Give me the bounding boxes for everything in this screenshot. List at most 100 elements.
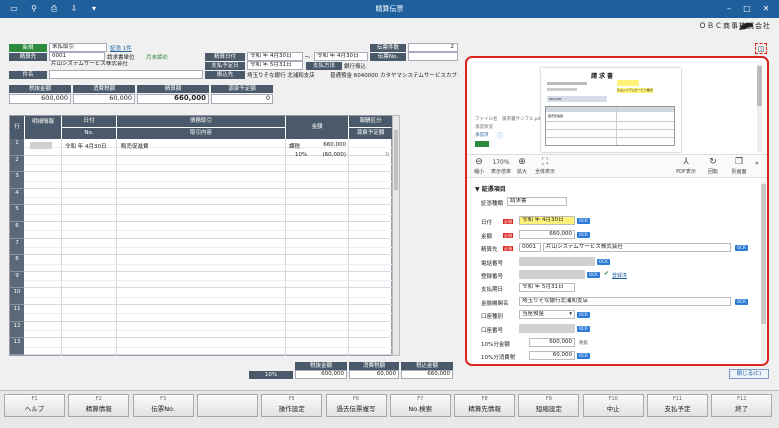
row1-content[interactable]: 販売促進費 (121, 142, 149, 150)
request-unit-select[interactable]: 請求書単位 (107, 53, 135, 61)
form-scrollbar[interactable] (761, 182, 766, 364)
fkey-3[interactable]: F3 伝票No. (132, 394, 194, 417)
check-icon: ✔ (604, 270, 610, 277)
row-subdivider (24, 280, 392, 282)
doc-col (616, 107, 617, 145)
col-detail: 明細情報 (25, 116, 61, 139)
maximize-icon[interactable]: □ (740, 2, 754, 15)
due-date-input[interactable]: 令和 年 5月31日 (519, 283, 575, 292)
row-number: 8 (10, 255, 24, 272)
totals-tax: 60,000 (349, 370, 399, 379)
chevron-down-icon[interactable]: » (755, 160, 759, 167)
fkey-12[interactable]: F12 終了 (711, 394, 773, 417)
preview-scroll-thumb[interactable] (757, 66, 762, 106)
settlement-date-from[interactable]: 令和 年 4月30日 (247, 52, 303, 61)
panel-toggle-icon[interactable]: ◫ (755, 43, 767, 54)
payee-code-input[interactable]: 0001 (49, 52, 105, 61)
voucher-type-select[interactable]: 請求書 (507, 197, 567, 206)
row-number: 2 (10, 155, 24, 173)
col-date: 日付 (62, 116, 116, 127)
doc-item: 販売促進費 (548, 114, 564, 118)
fit-page-button[interactable]: ⛶ 全体表示 (533, 157, 557, 175)
form-scroll-thumb[interactable] (761, 184, 766, 324)
col-deal: 債務取引 (117, 116, 285, 127)
doc-no-input[interactable] (408, 52, 458, 61)
zoom-out-button[interactable]: ⊖ 縮小 (471, 157, 487, 175)
fkey-10[interactable]: F10 中止 (582, 394, 644, 417)
account-no-input[interactable] (519, 324, 575, 333)
doc-type-select[interactable]: 未払取引 (49, 43, 107, 52)
amount-input[interactable]: 660,000 (519, 230, 575, 239)
row-number: 5 (10, 205, 24, 222)
tax-label: 消費税額 (73, 85, 135, 93)
close-icon[interactable]: ✕ (759, 2, 773, 15)
account-no-label: 口座番号 (481, 328, 504, 334)
phone-input[interactable] (519, 257, 595, 266)
payee-label: 精算先 (9, 53, 47, 61)
fkey-code: F1 (31, 396, 38, 402)
title-bar: ▭ ⚲ ⎙ ⇩ ▾ 精算伝票 – □ ✕ (0, 0, 779, 18)
fkey-9[interactable]: F9 短縮設定 (518, 394, 580, 417)
grid-scroll-thumb[interactable] (394, 130, 398, 190)
row-subdivider (24, 246, 392, 248)
fkey-2[interactable]: F2 精算情報 (68, 394, 130, 417)
zoom-level[interactable]: 170% 表示倍率 (489, 157, 513, 175)
doc-total-bar: 660,000 (547, 96, 607, 102)
bank-account: 普通預金 6040000 カタヤマシステムサービスカブシ (330, 73, 458, 79)
voucher-preview[interactable]: ファイル名 請求書サンプル.pdf 承認状況 承認済 ⓘ 請求書 片山システムサ… (471, 62, 763, 154)
payee-code-field[interactable]: 0001 (519, 243, 541, 252)
info-icon[interactable]: ⓘ (497, 131, 503, 140)
bank-input[interactable]: 埼玉りそな銀行北浦和支店 (519, 297, 731, 306)
fkey-7[interactable]: F7 No.検索 (389, 394, 451, 417)
settlement-date-label: 精算日付 (205, 53, 245, 61)
col-row: 行 (10, 116, 24, 139)
rotate-button[interactable]: ↻ 回転 (705, 157, 721, 175)
detail-grid[interactable]: 行 明細情報 日付 No. 債務取引 取引内容 金額 報酬区分 源泉予定額 12… (9, 115, 392, 356)
amount10-input[interactable]: 600,000 (529, 338, 575, 347)
fkey-code: F2 (95, 396, 102, 402)
row-divider (24, 221, 392, 222)
col-sep (116, 139, 117, 356)
account-type-select[interactable]: 当座預金 ▾ (519, 310, 575, 319)
minimize-icon[interactable]: – (722, 2, 736, 15)
rotate-icon: ↻ (709, 157, 717, 167)
registered-link[interactable]: 登録済 (612, 272, 627, 279)
registration-input[interactable] (519, 270, 585, 279)
required-badge: 必須 (503, 246, 513, 251)
pdf-icon: ⅄ (683, 157, 689, 167)
payee-name-field[interactable]: 片山システムサービス株式会社 (543, 243, 731, 252)
voucher-section-title[interactable]: ▼ 証憑項目 (475, 184, 506, 193)
payment-date-input[interactable]: 令和 年 5月31日 (247, 61, 303, 70)
row-number: 10 (10, 288, 24, 305)
row1-date[interactable]: 令和 年 4月30日 (65, 142, 107, 150)
doc-count: 2 (408, 43, 458, 52)
grid-scrollbar[interactable] (392, 115, 400, 356)
fkey-code: F6 (352, 396, 360, 402)
separate-window-button[interactable]: ❐ 別画面 (729, 157, 749, 175)
fkey-5[interactable]: F5 操作設定 (261, 394, 323, 417)
row-number: 1 (10, 139, 24, 156)
settlement-date-to[interactable]: 令和 年 4月30日 (314, 52, 368, 61)
fkey-4[interactable] (196, 394, 258, 417)
date-input[interactable]: 令和 年 4月30日 (519, 216, 575, 225)
subject-input[interactable] (49, 70, 203, 79)
close-button[interactable]: 閉じる(C) (729, 369, 769, 379)
voucher-link[interactable]: 証憑 1件 (110, 44, 132, 52)
fkey-8[interactable]: F8 精算先情報 (454, 394, 516, 417)
row1-amount[interactable]: 660,000 (310, 142, 346, 148)
fkey-6[interactable]: F6 過去伝票複写 (325, 394, 387, 417)
doc-text-line (547, 82, 587, 85)
pdf-view-button[interactable]: ⅄ PDF表示 (675, 157, 697, 175)
tax10-input[interactable]: 60,000 (529, 351, 575, 360)
row-number: 7 (10, 238, 24, 256)
fkey-11[interactable]: F11 支払予定 (647, 394, 708, 417)
row-divider (24, 171, 392, 173)
preview-scrollbar[interactable] (757, 64, 762, 152)
fkey-1[interactable]: F1 ヘルプ (4, 394, 65, 417)
row-divider (24, 204, 392, 206)
preview-status: 承認済 (475, 133, 489, 138)
plus-icon: ⊕ (518, 157, 526, 167)
zoom-in-button[interactable]: ⊕ 拡大 (515, 157, 529, 175)
fkey-label: 短縮設定 (535, 405, 562, 413)
due-date-label: 支払期日 (481, 287, 504, 293)
